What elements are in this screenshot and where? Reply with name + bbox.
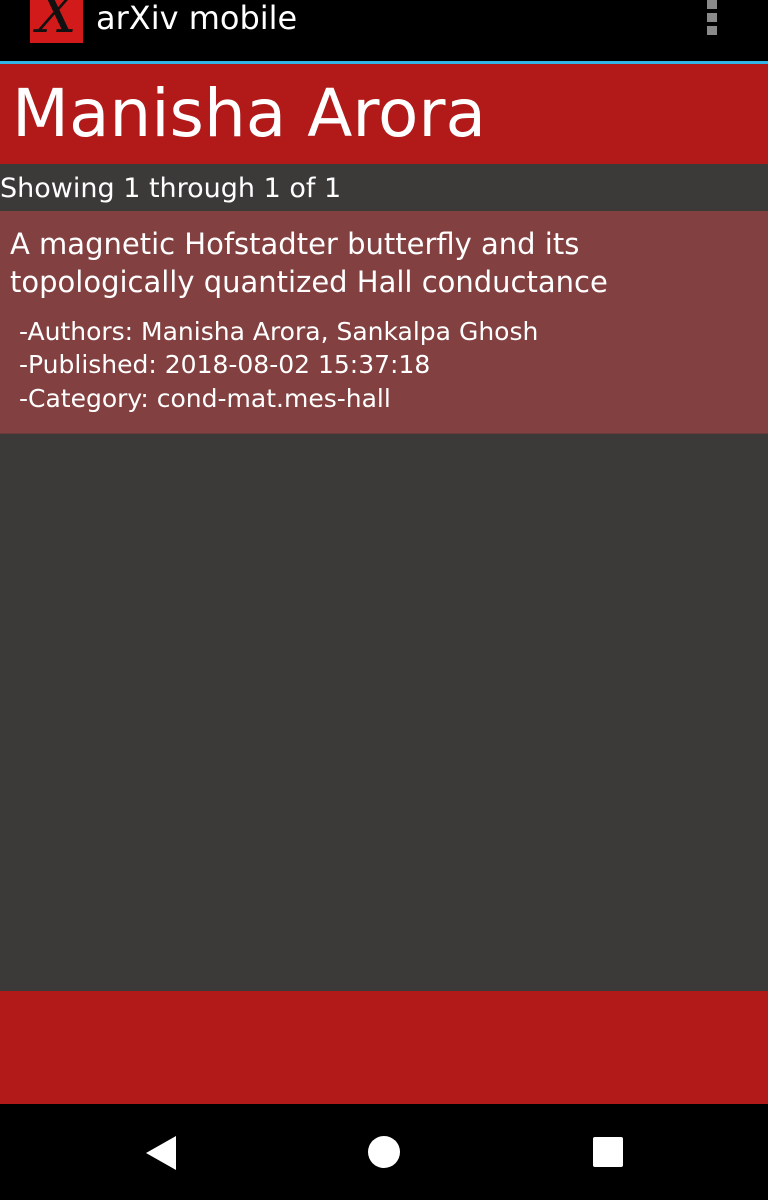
app-logo-letter: X <box>36 0 77 43</box>
overflow-dot <box>707 26 717 35</box>
home-icon[interactable] <box>368 1136 400 1168</box>
page-title: Manisha Arora <box>12 75 486 152</box>
action-bar: X arXiv mobile <box>0 0 768 61</box>
footer-bar <box>0 991 768 1104</box>
app-title: arXiv mobile <box>96 0 298 37</box>
recents-icon[interactable] <box>593 1137 623 1167</box>
overflow-menu-icon[interactable] <box>696 0 728 40</box>
author-header: Manisha Arora <box>0 64 768 164</box>
results-count: Showing 1 through 1 of 1 <box>0 173 342 204</box>
list-item[interactable]: A magnetic Hofstadter butterfly and its … <box>0 211 768 434</box>
paper-category: -Category: cond-mat.mes-hall <box>19 384 391 413</box>
overflow-dot <box>707 13 717 22</box>
screen: X arXiv mobile Manisha Arora Showing 1 t… <box>0 0 768 1200</box>
app-logo[interactable]: X <box>30 0 83 43</box>
overflow-dot <box>707 0 717 9</box>
paper-title: A magnetic Hofstadter butterfly and its … <box>10 227 608 299</box>
paper-published: -Published: 2018-08-02 15:37:18 <box>19 350 431 379</box>
paper-authors: -Authors: Manisha Arora, Sankalpa Ghosh <box>19 317 539 346</box>
back-icon[interactable] <box>146 1136 176 1170</box>
